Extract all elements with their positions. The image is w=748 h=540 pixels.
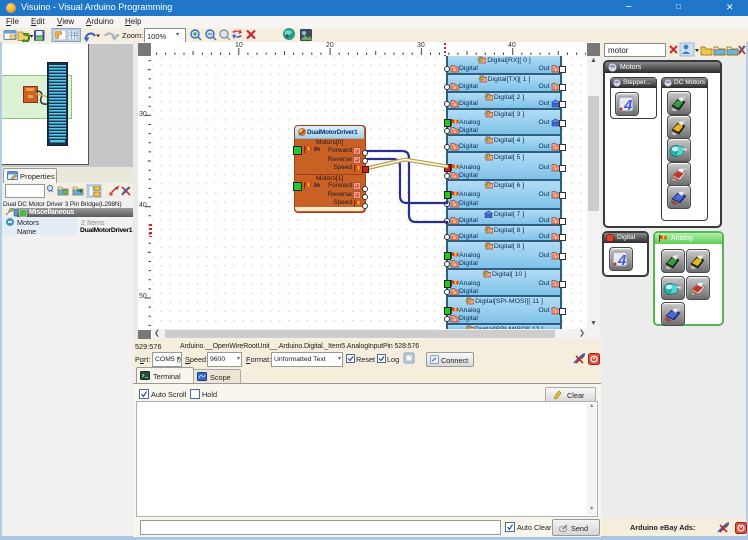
svg-text:4: 4 [623,97,633,114]
svg-text:4: 4 [617,252,627,269]
